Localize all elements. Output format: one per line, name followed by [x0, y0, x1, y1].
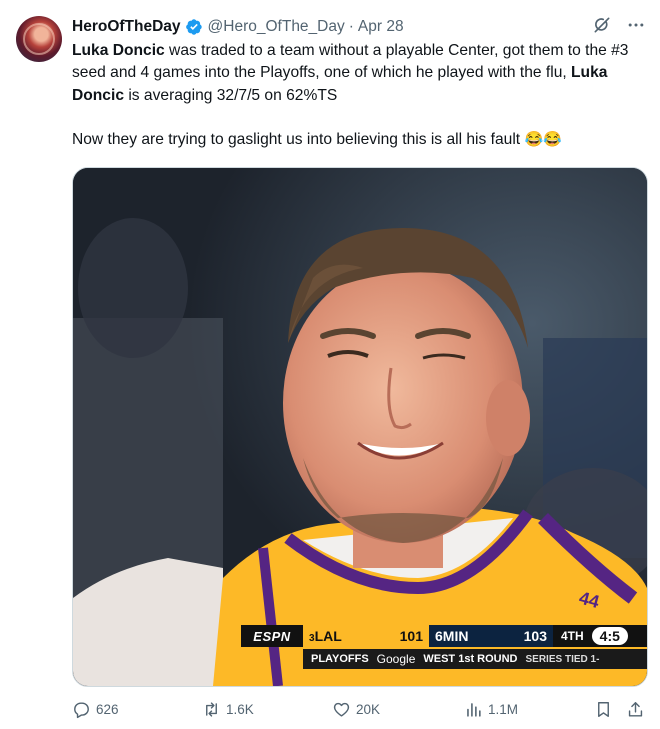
- tweet-photo[interactable]: 44 ESPN 3LAL 101 6MIN 103 4TH 4:5 PLAYOF…: [72, 167, 648, 687]
- tweet-text-3: Now they are trying to gaslight us into …: [72, 131, 525, 149]
- series-status: SERIES TIED 1-: [525, 653, 600, 665]
- game-clock: 4:5: [591, 627, 628, 645]
- repost-icon: [206, 702, 217, 717]
- heart-icon: [333, 702, 350, 717]
- bookmark-button[interactable]: [594, 700, 613, 719]
- away-team-label: 6MIN: [435, 628, 468, 644]
- top-actions: [592, 15, 646, 35]
- away-team-box: 6MIN 103: [429, 625, 553, 647]
- share-icon: [628, 702, 643, 717]
- tweet-header: HeroOfTheDay @Hero_OfThe_Day · Apr 28: [72, 15, 648, 39]
- home-team-label: 3LAL: [309, 628, 342, 644]
- repost-count: 1.6K: [226, 702, 254, 717]
- playoffs-label: PLAYOFFS: [311, 653, 369, 665]
- home-score: 101: [399, 628, 423, 644]
- share-button[interactable]: [626, 700, 645, 719]
- views-chart-icon: [467, 703, 481, 717]
- tweet-date[interactable]: Apr 28: [358, 18, 404, 36]
- away-seed: 6: [435, 628, 443, 644]
- repost-button[interactable]: 1.6K: [202, 700, 254, 719]
- grok-icon[interactable]: [592, 15, 612, 35]
- reply-button[interactable]: 626: [72, 700, 119, 719]
- verified-badge-icon: [185, 18, 203, 36]
- away-team: MIN: [442, 628, 469, 644]
- tweet-paragraph-2: Now they are trying to gaslight us into …: [72, 129, 652, 151]
- tweet-actions: 626 1.6K 20K 1.1M: [72, 700, 650, 722]
- mention-bold-1: Luka Doncic: [72, 42, 165, 59]
- away-score: 103: [523, 628, 547, 644]
- tweet-text-2: is averaging 32/7/5 on 62%TS: [124, 86, 338, 104]
- author-name[interactable]: HeroOfTheDay: [72, 18, 181, 36]
- scoreboard-info-row: PLAYOFFS Google WEST 1st ROUND SERIES TI…: [303, 649, 647, 669]
- home-team-box: 3LAL 101: [303, 625, 429, 647]
- like-count: 20K: [356, 702, 381, 717]
- scoreboard-main-row: ESPN 3LAL 101 6MIN 103 4TH 4:5: [241, 625, 647, 647]
- laughing-emoji-icon: 😂😂: [524, 131, 562, 149]
- more-options-icon[interactable]: [626, 15, 646, 35]
- avatar-ring: [23, 23, 55, 55]
- bookmark-icon: [598, 702, 609, 717]
- tweet-text: Luka Doncic was traded to a team without…: [72, 40, 652, 152]
- round-label: WEST 1st ROUND: [423, 653, 518, 665]
- like-button[interactable]: 20K: [332, 700, 380, 719]
- views-button[interactable]: 1.1M: [464, 700, 518, 719]
- player-photo-illustration: 44: [73, 168, 647, 686]
- reply-icon: [74, 702, 89, 719]
- author-avatar[interactable]: [16, 16, 62, 62]
- reply-count: 626: [96, 702, 119, 717]
- author-handle[interactable]: @Hero_OfThe_Day: [208, 18, 345, 36]
- sponsor-label: Google: [376, 652, 416, 666]
- tweet-paragraph-1: Luka Doncic was traded to a team without…: [72, 40, 652, 107]
- scoreboard: ESPN 3LAL 101 6MIN 103 4TH 4:5 PLAYOFFS …: [241, 625, 647, 675]
- meta-separator: ·: [348, 18, 354, 35]
- home-team: LAL: [314, 628, 342, 644]
- game-quarter: 4TH: [561, 629, 584, 643]
- network-logo: ESPN: [253, 628, 291, 644]
- views-count: 1.1M: [488, 702, 519, 717]
